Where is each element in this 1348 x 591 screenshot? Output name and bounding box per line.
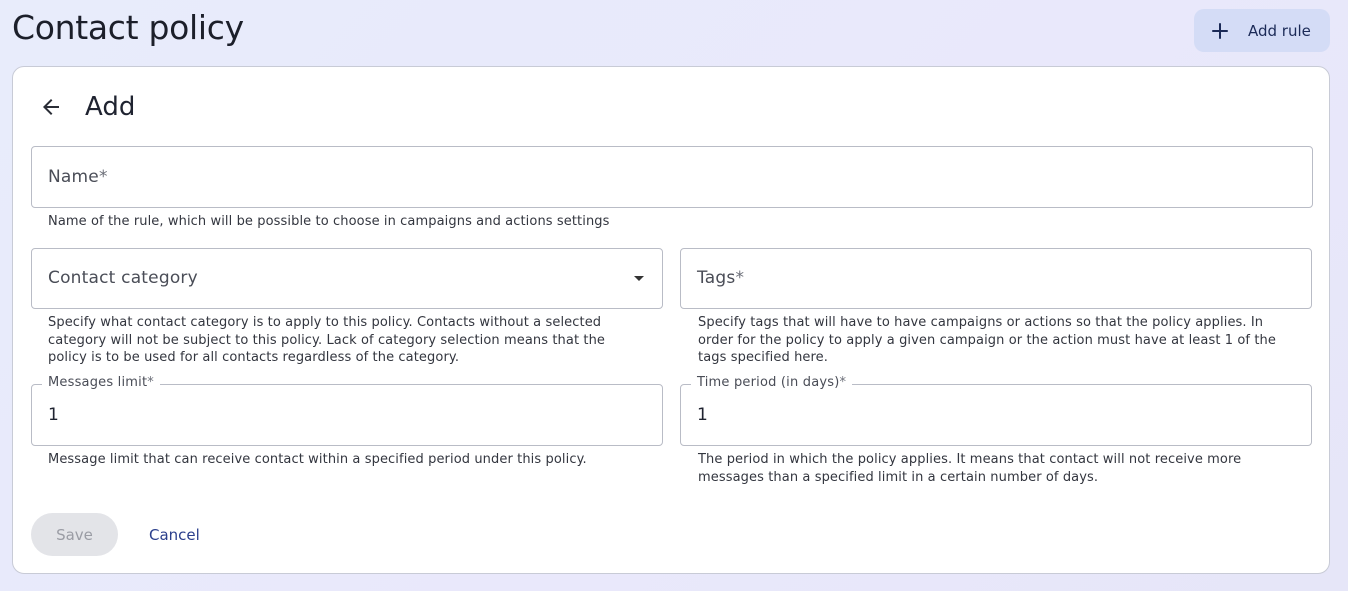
page-header: Contact policy Add rule [0,0,1348,62]
contact-category-placeholder: Contact category [48,268,198,288]
tags-input[interactable]: Tags* [680,248,1312,309]
tags-helper: Specify tags that will have to have camp… [698,315,1276,365]
messages-limit-helper: Message limit that can receive contact w… [48,452,587,467]
time-period-value: 1 [697,405,708,425]
add-rule-form-card: Add Name* Name of the rule, which will b… [12,66,1330,574]
save-button[interactable]: Save [31,513,118,556]
tags-placeholder: Tags* [697,268,745,288]
plus-icon [1210,21,1230,41]
messages-limit-input[interactable]: Messages limit* 1 [31,375,663,446]
add-rule-button[interactable]: Add rule [1194,9,1330,52]
messages-limit-label: Messages limit* [42,375,160,390]
messages-limit-value: 1 [48,405,59,425]
name-input[interactable]: Name* [31,146,1313,208]
name-helper: Name of the rule, which will be possible… [48,214,610,229]
form-header: Add [39,89,135,125]
arrow-left-icon[interactable] [39,95,63,119]
page-title: Contact policy [12,8,244,47]
cancel-button[interactable]: Cancel [138,513,211,556]
add-rule-label: Add rule [1248,21,1311,40]
caret-down-icon [634,276,644,281]
contact-category-helper: Specify what contact category is to appl… [48,315,606,365]
time-period-helper: The period in which the policy applies. … [698,452,1242,485]
contact-category-select[interactable]: Contact category [31,248,663,309]
form-title: Add [85,92,136,122]
time-period-input[interactable]: Time period (in days)* 1 [680,375,1312,446]
time-period-label: Time period (in days)* [691,375,853,390]
name-placeholder: Name* [48,167,108,187]
